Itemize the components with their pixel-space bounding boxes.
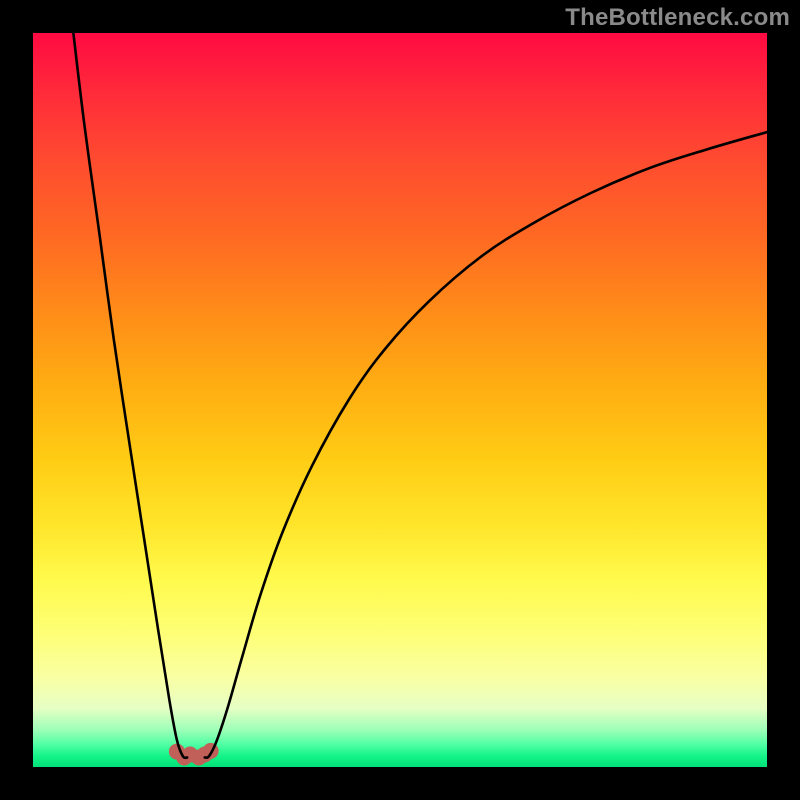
chart-container: TheBottleneck.com <box>0 0 800 800</box>
chart-series-left-branch <box>73 33 187 758</box>
chart-curve-layer <box>73 33 767 758</box>
chart-plot-area <box>33 33 767 767</box>
chart-svg <box>33 33 767 767</box>
chart-series-right-branch <box>205 132 767 758</box>
watermark-text: TheBottleneck.com <box>565 4 790 32</box>
